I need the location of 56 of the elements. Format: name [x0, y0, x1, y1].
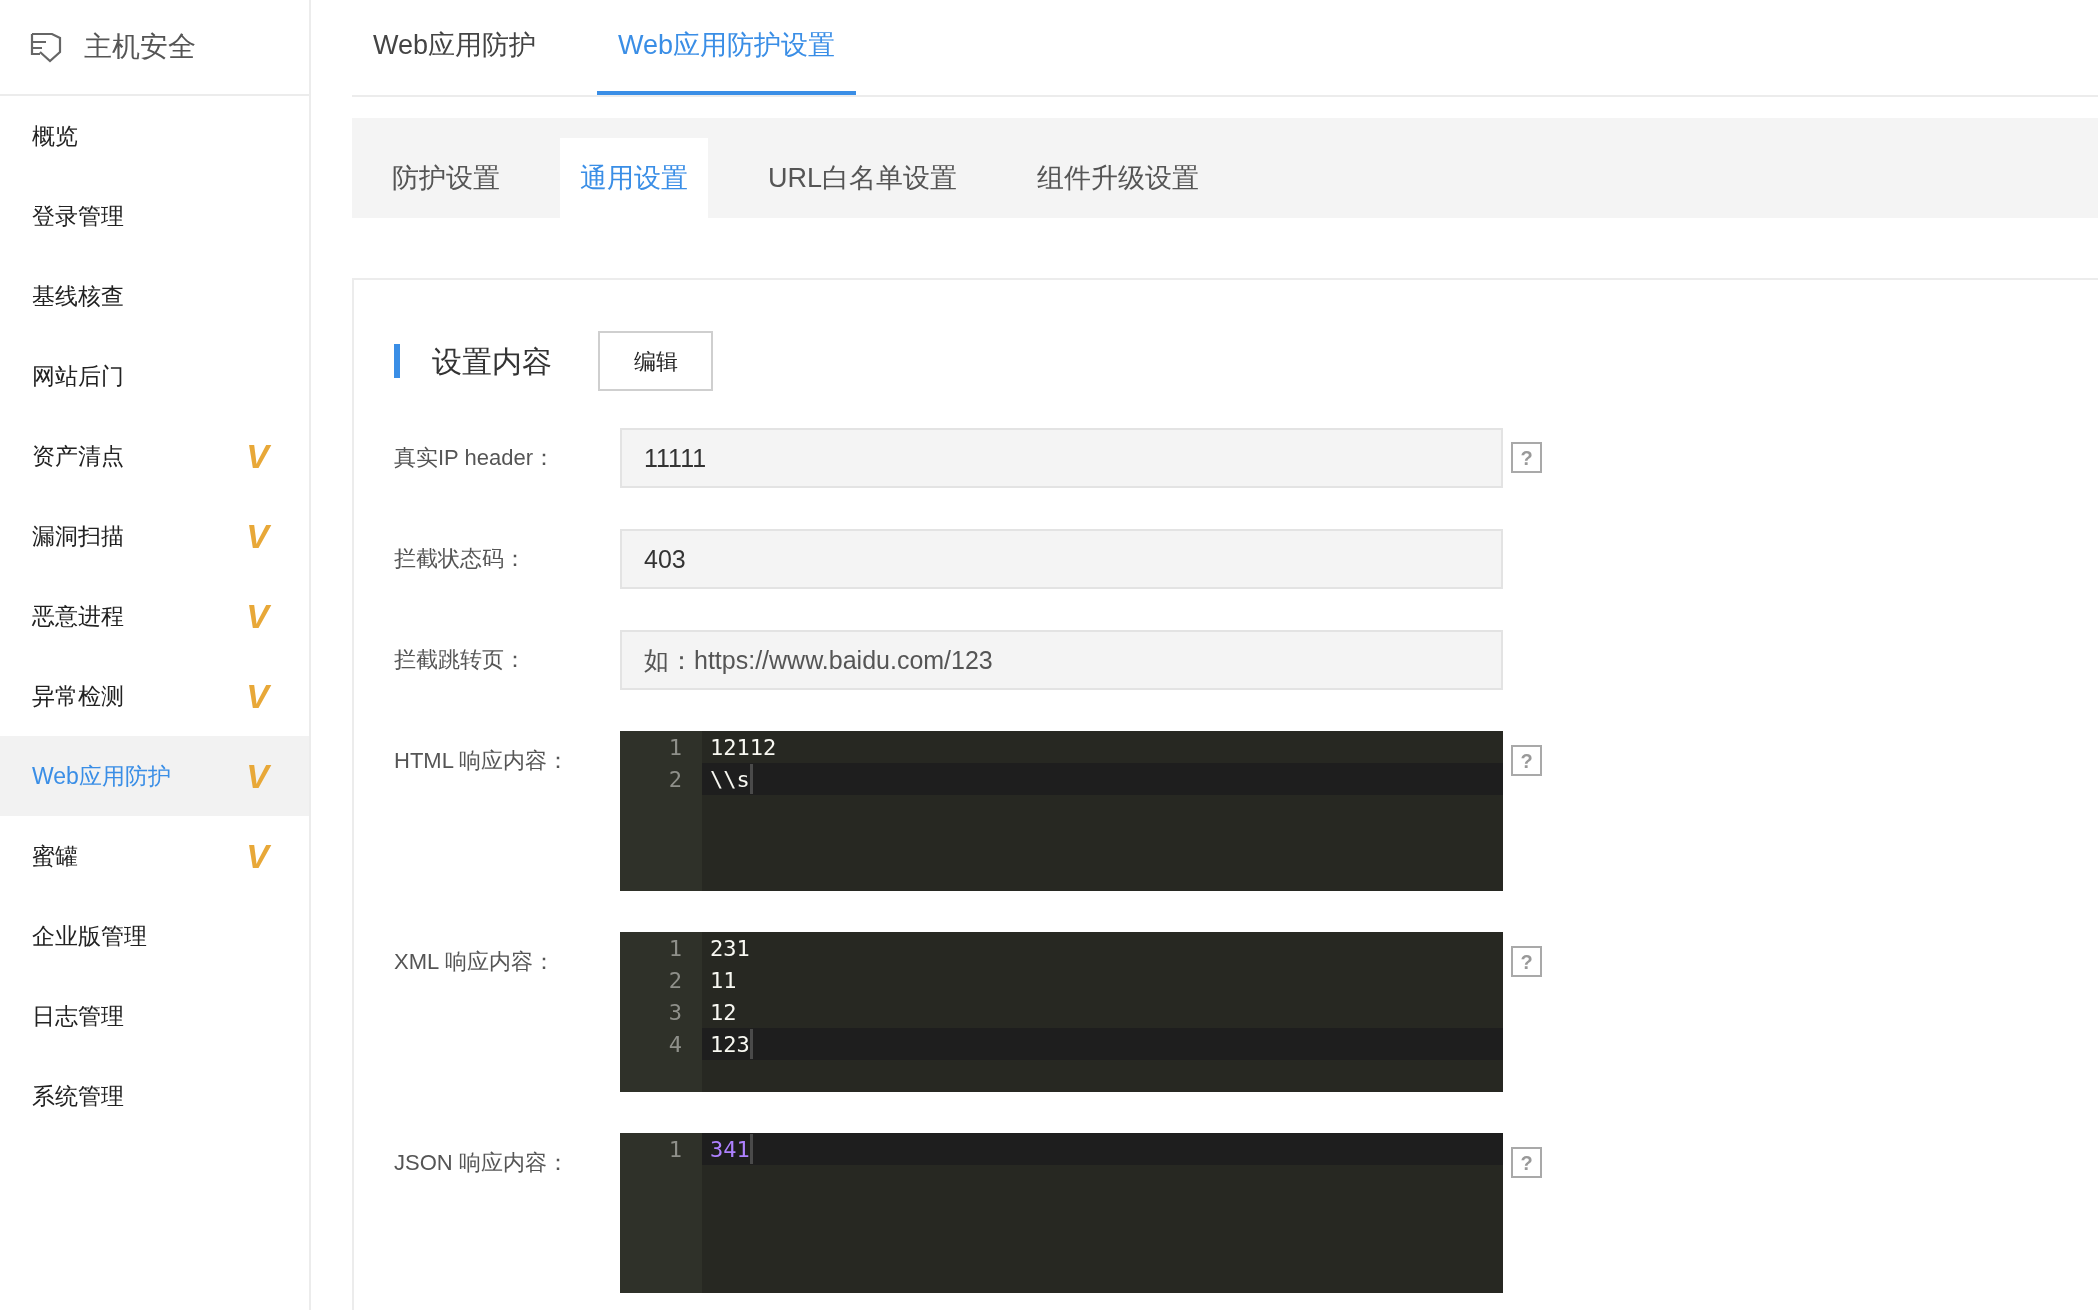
edit-button[interactable]: 编辑 — [598, 331, 713, 391]
sidebar-item[interactable]: 系统管理 — [0, 1056, 309, 1136]
field-label: 拦截跳转页： — [394, 645, 526, 674]
code-line: 11 — [710, 966, 737, 995]
section-title: 设置内容 — [432, 343, 552, 380]
sidebar-title: 主机安全 — [84, 30, 196, 64]
line-number: 2 — [668, 966, 682, 995]
code-editor[interactable]: 1 341 — [620, 1133, 1503, 1293]
sidebar-item[interactable]: 蜜罐 V — [0, 816, 309, 896]
field-label: XML 响应内容： — [394, 947, 555, 976]
tab[interactable]: Web应用防护 — [352, 0, 558, 95]
vip-label: V — [246, 839, 269, 873]
code-line: 12112 — [710, 733, 777, 762]
code-editor[interactable]: 1 2 3 4 231 11 12 123 — [620, 932, 1503, 1092]
sidebar-item[interactable]: 资产清点 V — [0, 416, 309, 496]
input-field[interactable]: 如：https://www.baidu.com/123 — [620, 630, 1503, 690]
line-number: 2 — [668, 765, 682, 794]
text-cursor — [749, 764, 753, 794]
code-line: 12 — [710, 998, 737, 1027]
text-cursor — [749, 1029, 753, 1059]
subtab[interactable]: 防护设置 — [372, 138, 520, 218]
vip-label: V — [246, 759, 269, 793]
field-label: HTML 响应内容： — [394, 746, 570, 775]
sidebar-item[interactable]: 企业版管理 — [0, 896, 309, 976]
section-marker — [394, 344, 400, 378]
sidebar-item[interactable]: 概览 — [0, 96, 309, 176]
sidebar-item[interactable]: 网站后门 — [0, 336, 309, 416]
line-number: 1 — [668, 1135, 682, 1164]
vip-label: V — [246, 599, 269, 633]
input-field[interactable]: 403 — [620, 529, 1503, 589]
sidebar-item[interactable]: 登录管理 — [0, 176, 309, 256]
code-line: 341 — [710, 1135, 750, 1164]
code-editor[interactable]: 1 2 12112 \\s — [620, 731, 1503, 891]
line-number: 1 — [668, 733, 682, 762]
line-number: 3 — [668, 998, 682, 1027]
shield-icon — [30, 30, 64, 64]
sidebar-item[interactable]: 基线核查 — [0, 256, 309, 336]
text-cursor — [749, 1134, 753, 1164]
code-line: 123 — [710, 1030, 750, 1059]
input-field[interactable]: 11111 — [620, 428, 1503, 488]
line-number: 1 — [668, 934, 682, 963]
field-label: JSON 响应内容： — [394, 1148, 569, 1177]
code-line: \\s — [710, 765, 750, 794]
sidebar-item[interactable]: 日志管理 — [0, 976, 309, 1056]
field-label: 拦截状态码： — [394, 544, 526, 573]
subtab[interactable]: 组件升级设置 — [1017, 138, 1219, 218]
code-line: 231 — [710, 934, 750, 963]
subtab[interactable]: URL白名单设置 — [748, 138, 977, 218]
vip-label: V — [246, 679, 269, 713]
line-number: 4 — [668, 1030, 682, 1059]
field-label: 真实IP header： — [394, 443, 555, 472]
sidebar-item[interactable]: 漏洞扫描 V — [0, 496, 309, 576]
vip-label: V — [246, 519, 269, 553]
vip-label: V — [246, 439, 269, 473]
sidebar-item[interactable]: 异常检测 V — [0, 656, 309, 736]
sidebar-item[interactable]: 恶意进程 V — [0, 576, 309, 656]
